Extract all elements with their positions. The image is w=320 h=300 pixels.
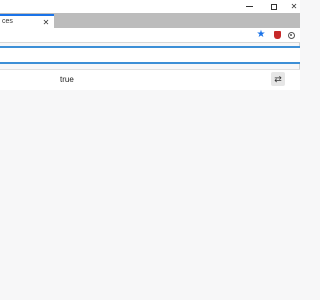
swap-button[interactable]: ⇄ [271,72,285,86]
profile-icon[interactable] [286,30,296,40]
avatar [287,31,295,39]
filter-input[interactable] [0,48,300,62]
star-icon[interactable]: ★ [256,30,266,40]
tab-close-icon[interactable]: ✕ [41,17,51,27]
browser-tab[interactable]: ces ✕ [0,14,54,28]
maximize-button[interactable] [263,0,285,13]
maximize-icon [271,3,277,10]
title-bar: ✕ [0,0,300,13]
close-window-button[interactable]: ✕ [283,0,305,13]
close-icon: ✕ [290,1,298,11]
minimize-icon [245,6,253,7]
filter-bar [0,46,300,64]
content-area [0,90,300,300]
browser-toolbar: ★ [0,28,300,43]
tab-strip: ces ✕ [0,13,300,28]
minimize-button[interactable] [238,0,260,13]
shield-icon [273,31,281,39]
row-value: true [60,75,74,84]
swap-icon: ⇄ [274,73,282,84]
flags-list: true ⇄ [0,69,300,91]
extension-icon[interactable] [272,30,282,40]
browser-window: ✕ ces ✕ ★ true ⇄ [0,0,300,300]
tab-title: ces [2,18,13,25]
